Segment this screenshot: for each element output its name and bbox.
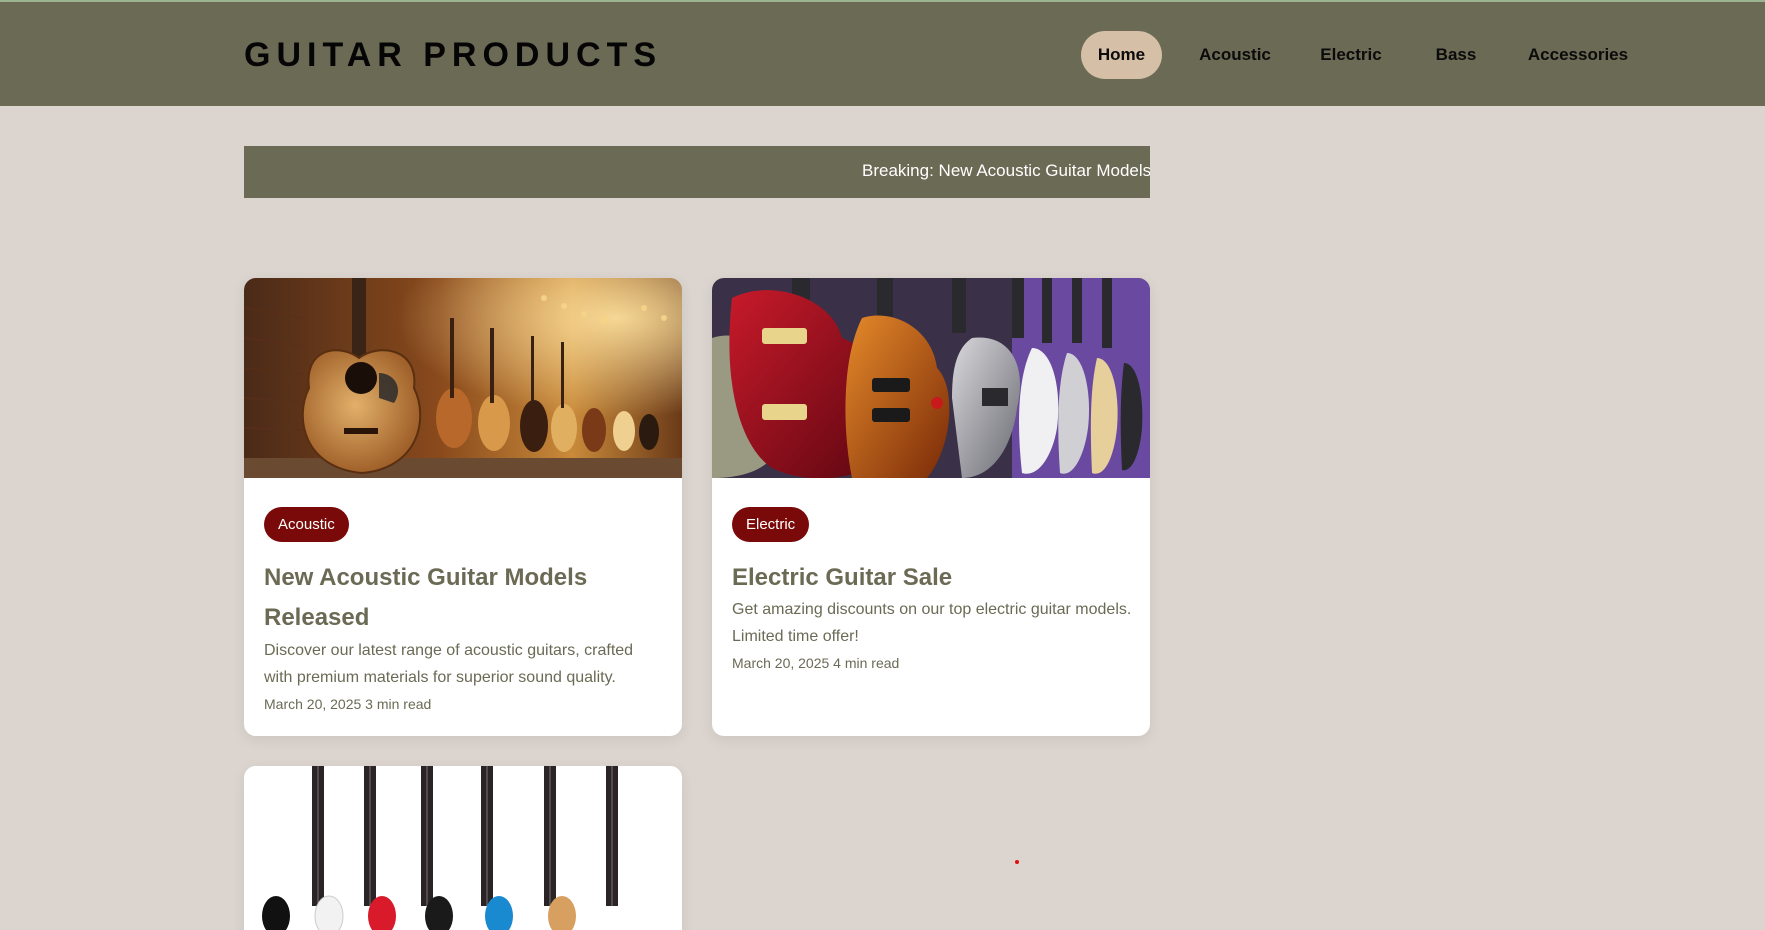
cursor-dot <box>1015 860 1019 864</box>
article-meta: March 20, 2025 4 min read <box>732 655 900 671</box>
article-title[interactable]: New Acoustic Guitar Models Released <box>264 558 664 638</box>
article-title[interactable]: Electric Guitar Sale <box>732 558 1132 598</box>
acoustic-guitar-shop-photo <box>244 278 682 478</box>
article-meta: March 20, 2025 3 min read <box>264 696 432 712</box>
article-description: Discover our latest range of acoustic gu… <box>264 642 634 686</box>
nav-bass[interactable]: Bass <box>1424 31 1488 79</box>
article-card-bass[interactable] <box>244 766 682 930</box>
main-nav: Home Acoustic Electric Bass Accessories <box>0 31 1765 79</box>
ticker-text[interactable]: Breaking: New Acoustic Guitar Models Rel… <box>862 161 1150 181</box>
electric-guitars-rack-photo <box>712 278 1150 478</box>
article-card-acoustic[interactable]: Acoustic New Acoustic Guitar Models Rele… <box>244 278 682 736</box>
electric-guitar-image[interactable] <box>712 278 1150 478</box>
article-description: Get amazing discounts on our top electri… <box>732 601 1132 645</box>
site-header: GUITAR PRODUCTS Home Acoustic Electric B… <box>0 2 1765 106</box>
bass-guitars-row-photo <box>244 766 682 930</box>
acoustic-guitar-image[interactable] <box>244 278 682 478</box>
category-badge[interactable]: Acoustic <box>264 507 349 542</box>
breaking-news-ticker: Breaking: New Acoustic Guitar Models Rel… <box>244 146 1150 198</box>
bass-guitar-image[interactable] <box>244 766 682 930</box>
nav-home[interactable]: Home <box>1081 31 1162 79</box>
article-card-electric[interactable]: Electric Electric Guitar Sale Get amazin… <box>712 278 1150 736</box>
nav-accessories[interactable]: Accessories <box>1520 31 1636 79</box>
category-badge[interactable]: Electric <box>732 507 810 542</box>
nav-electric[interactable]: Electric <box>1310 31 1392 79</box>
nav-acoustic[interactable]: Acoustic <box>1190 31 1280 79</box>
